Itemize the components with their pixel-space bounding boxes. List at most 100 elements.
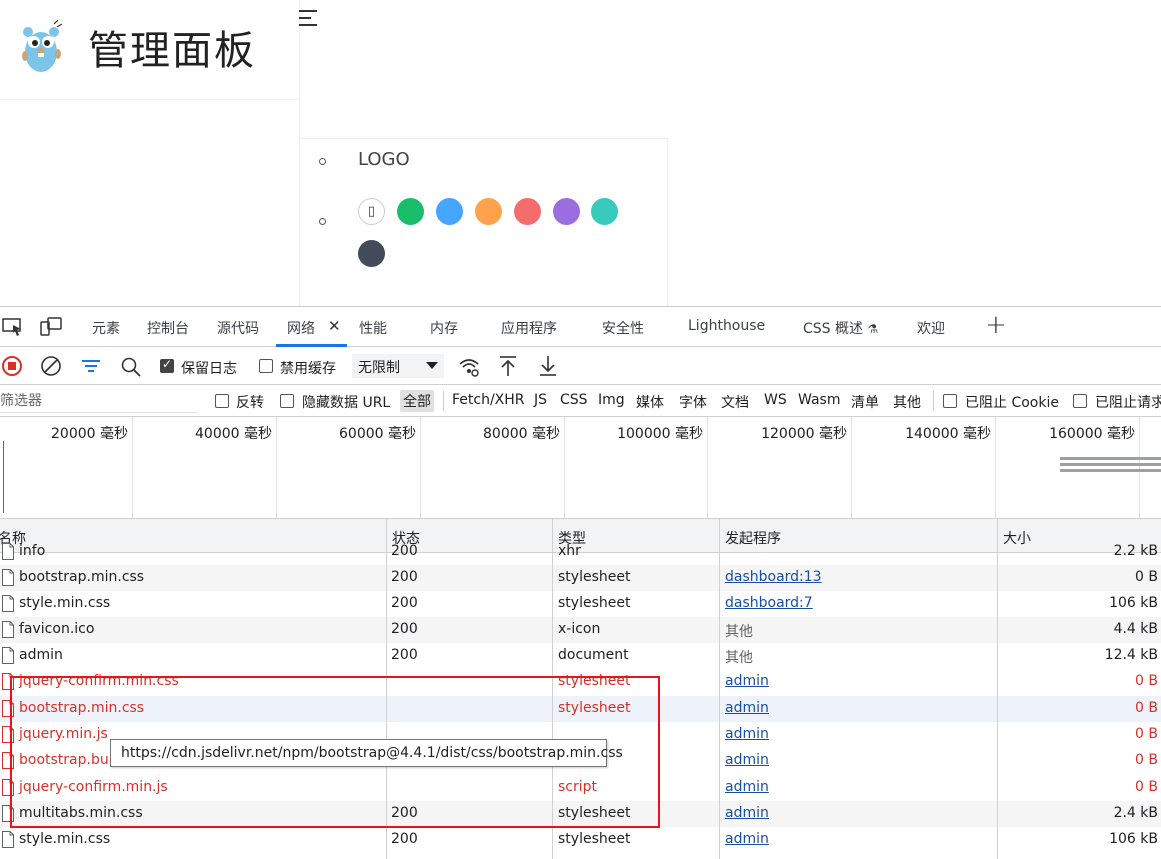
file-icon: [2, 673, 14, 690]
tab-lighthouse[interactable]: Lighthouse: [688, 318, 765, 334]
preserve-log-checkbox[interactable]: [160, 357, 174, 373]
request-size: 0 B: [1135, 752, 1158, 768]
request-initiator[interactable]: admin: [725, 673, 769, 689]
table-row[interactable]: bootstrap.min.css 200 stylesheet dashboard:…: [0, 565, 1161, 591]
theme-swatch-blue[interactable]: [436, 198, 463, 225]
request-name[interactable]: bootstrap.min.css: [19, 569, 144, 585]
request-name[interactable]: jquery.min.js: [19, 726, 108, 742]
tab-css-overview[interactable]: CSS 概述 ⚗: [803, 318, 878, 338]
blocked-requests-checkbox[interactable]: [1073, 394, 1087, 408]
filter-type-js[interactable]: JS: [534, 392, 547, 408]
network-conditions-icon[interactable]: [458, 356, 480, 378]
request-size: 0 B: [1135, 673, 1158, 689]
throttling-select[interactable]: 无限制: [352, 354, 444, 378]
export-har-icon[interactable]: [538, 355, 558, 377]
table-row[interactable]: bootstrap.min.css stylesheet admin 0 B: [0, 696, 1161, 722]
app-title: 管理面板: [88, 28, 256, 74]
filter-type-manifest[interactable]: 清单: [851, 392, 879, 412]
hide-data-urls-checkbox[interactable]: [280, 394, 294, 408]
request-size: 0 B: [1135, 726, 1158, 742]
filter-input[interactable]: [0, 389, 198, 413]
table-row[interactable]: multitabs.min.css 200 stylesheet admin 2.4 k…: [0, 801, 1161, 827]
request-initiator[interactable]: admin: [725, 805, 769, 821]
filter-type-font[interactable]: 字体: [679, 392, 707, 412]
admin-page: 管理面板 LOGO ▯: [0, 0, 1161, 306]
request-initiator[interactable]: admin: [725, 700, 769, 716]
import-har-icon[interactable]: [498, 355, 518, 377]
tab-performance[interactable]: 性能: [359, 318, 387, 338]
file-icon: [2, 752, 14, 769]
close-tab-icon[interactable]: ✕: [328, 317, 341, 335]
filter-type-wasm[interactable]: Wasm: [798, 392, 840, 408]
request-initiator[interactable]: dashboard:7: [725, 595, 813, 611]
theme-swatch-teal[interactable]: [591, 198, 618, 225]
request-initiator[interactable]: admin: [725, 752, 769, 768]
table-row[interactable]: style.min.css 200 stylesheet dashboard:7 106…: [0, 591, 1161, 617]
timeline-tick-label: 60000 毫秒: [339, 426, 416, 442]
timeline-tick-label: 20000 毫秒: [51, 426, 128, 442]
device-toolbar-icon[interactable]: [40, 317, 62, 337]
request-initiator[interactable]: dashboard:13: [725, 569, 822, 585]
add-tab-icon[interactable]: +: [985, 310, 1007, 340]
filter-type-css[interactable]: CSS: [560, 392, 588, 408]
theme-swatch-purple[interactable]: [553, 198, 580, 225]
clear-icon[interactable]: [40, 355, 62, 377]
filter-type-fetch-xhr[interactable]: Fetch/XHR: [452, 392, 525, 408]
menu-toggle-icon[interactable]: [299, 8, 321, 28]
request-name[interactable]: multitabs.min.css: [19, 805, 143, 821]
filter-type-media[interactable]: 媒体: [636, 392, 664, 412]
timeline-request-bar: [1060, 457, 1161, 460]
tab-memory[interactable]: 内存: [430, 318, 458, 338]
tab-welcome[interactable]: 欢迎: [917, 318, 945, 338]
filter-type-ws[interactable]: WS: [764, 392, 787, 408]
disable-cache-checkbox[interactable]: [259, 359, 273, 373]
timeline-tick-label: 40000 毫秒: [195, 426, 272, 442]
request-name[interactable]: favicon.ico: [19, 621, 94, 637]
request-initiator[interactable]: admin: [725, 779, 769, 795]
table-row[interactable]: favicon.ico 200 x-icon 其他 4.4 kB: [0, 617, 1161, 643]
theme-swatch-red[interactable]: [514, 198, 541, 225]
request-initiator[interactable]: admin: [725, 726, 769, 742]
request-name[interactable]: admin: [19, 647, 63, 663]
request-initiator[interactable]: admin: [725, 831, 769, 847]
request-type: stylesheet: [558, 700, 631, 716]
file-icon: [2, 700, 14, 717]
theme-swatch-white[interactable]: ▯: [358, 198, 385, 225]
tab-sources[interactable]: 源代码: [217, 318, 259, 338]
blocked-cookies-checkbox[interactable]: [943, 394, 957, 408]
theme-swatch-orange[interactable]: [475, 198, 502, 225]
request-status: 200: [391, 569, 418, 585]
inspect-element-icon[interactable]: [2, 317, 24, 337]
table-row[interactable]: jquery-confirm.min.js script admin 0 B: [0, 775, 1161, 801]
request-type: stylesheet: [558, 831, 631, 847]
filter-type-all[interactable]: 全部: [400, 390, 434, 412]
request-type: xhr: [558, 543, 581, 559]
request-name[interactable]: style.min.css: [19, 595, 110, 611]
table-row[interactable]: jquery-confirm.min.css stylesheet admin 0 B: [0, 669, 1161, 695]
filter-type-other[interactable]: 其他: [893, 392, 921, 412]
table-row[interactable]: info 200 xhr 2.2 kB: [0, 539, 1161, 565]
theme-swatch-green[interactable]: [397, 198, 424, 225]
search-icon[interactable]: [120, 356, 142, 378]
tab-elements[interactable]: 元素: [92, 318, 120, 338]
timeline-request-bar: [1060, 469, 1161, 472]
table-row[interactable]: style.min.css 200 stylesheet admin 106 kB: [0, 827, 1161, 853]
request-name[interactable]: bootstrap.min.css: [19, 700, 144, 716]
tab-console[interactable]: 控制台: [147, 318, 189, 338]
network-overview-timeline[interactable]: 20000 毫秒 40000 毫秒 60000 毫秒 80000 毫秒 1000…: [0, 417, 1161, 519]
table-row[interactable]: admin 200 document 其他 12.4 kB: [0, 643, 1161, 669]
filter-type-img[interactable]: Img: [598, 392, 625, 408]
invert-checkbox[interactable]: [215, 394, 229, 408]
request-name[interactable]: info: [19, 543, 45, 559]
logo-setting-label: LOGO: [358, 149, 410, 170]
tab-application[interactable]: 应用程序: [501, 318, 557, 338]
request-name[interactable]: style.min.css: [19, 831, 110, 847]
filter-icon[interactable]: [80, 356, 102, 376]
request-name[interactable]: jquery-confirm.min.css: [19, 673, 179, 689]
tab-security[interactable]: 安全性: [602, 318, 644, 338]
request-name[interactable]: jquery-confirm.min.js: [19, 779, 168, 795]
tab-network[interactable]: 网络: [287, 318, 315, 338]
theme-swatch-dark[interactable]: [358, 240, 385, 267]
filter-type-doc[interactable]: 文档: [721, 392, 749, 412]
record-stop-icon[interactable]: [1, 355, 23, 377]
